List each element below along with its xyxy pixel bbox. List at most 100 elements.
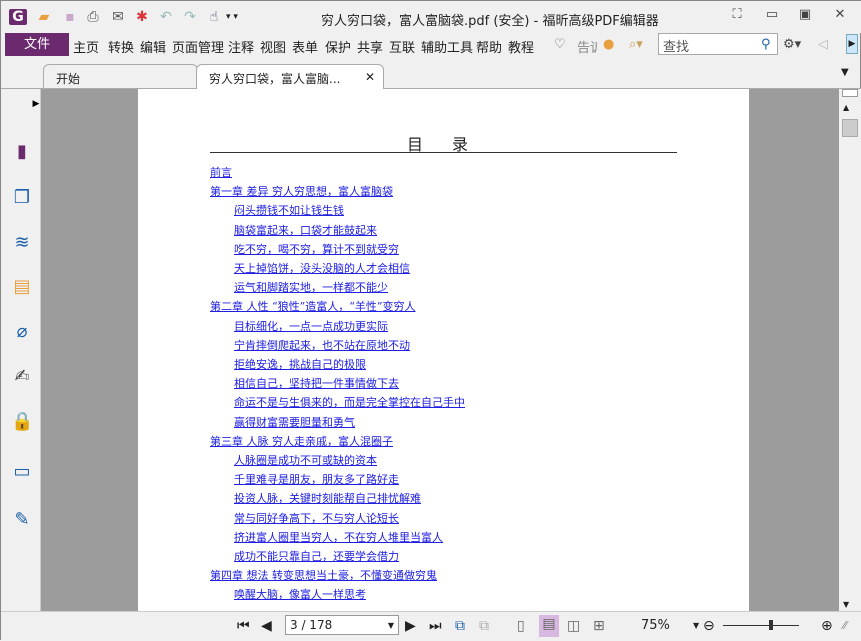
heart-icon[interactable]: ●	[603, 37, 614, 52]
next-page-icon[interactable]: ▶	[405, 617, 416, 635]
tab-start[interactable]: 开始	[43, 64, 198, 90]
toc-link[interactable]: 第二章 人性 “狼性”造富人，“羊性”变穷人	[210, 298, 416, 314]
last-page-icon[interactable]: ⏭	[429, 617, 442, 635]
document-viewer[interactable]: 目 录 前言 第一章 差异 穷人穷思想，富人富脑袋 闷头攒钱不如让钱生钱 脑袋富起来，…	[41, 89, 839, 611]
zoom-slider-thumb[interactable]	[768, 620, 773, 630]
fullscreen-icon[interactable]: ⛶	[726, 7, 748, 25]
settings-gear-icon[interactable]: ⚙▾	[783, 37, 801, 52]
page-dropdown-icon[interactable]: ▼	[388, 621, 394, 630]
menu-home[interactable]: 主页	[73, 37, 99, 56]
vertical-scrollbar[interactable]: ▲ ▼	[839, 89, 861, 611]
previous-view-icon[interactable]: ⧉	[455, 617, 465, 635]
menu-share[interactable]: 共享	[357, 37, 383, 56]
toc-link[interactable]: 相信自己，坚持把一件事情做下去	[234, 375, 399, 391]
menu-page-manage[interactable]: 页面管理	[172, 37, 224, 56]
menu-convert[interactable]: 转换	[108, 37, 134, 56]
menu-comment[interactable]: 注释	[228, 37, 254, 56]
comments-icon[interactable]: ▤	[11, 276, 33, 298]
toc-link[interactable]: 第四章 想法 转变思想当土豪，不懂变通做穷鬼	[210, 567, 437, 583]
zoom-out-icon[interactable]: ⊖	[703, 617, 715, 635]
pdf-page: 目 录 前言 第一章 差异 穷人穷思想，富人富脑袋 闷头攒钱不如让钱生钱 脑袋富起来，…	[138, 89, 749, 611]
single-page-icon[interactable]: ▯	[517, 617, 525, 635]
zoom-level[interactable]: 75%	[641, 617, 670, 635]
scroll-right-button[interactable]: ▶	[846, 34, 858, 54]
continuous-page-icon[interactable]: ▤	[539, 615, 559, 637]
toc-link[interactable]: 第一章 差异 穷人穷思想，富人富脑袋	[210, 183, 393, 199]
menu-view[interactable]: 视图	[260, 37, 286, 56]
form-fields-icon[interactable]: ▭	[11, 461, 33, 483]
scroll-down-icon[interactable]: ▼	[843, 600, 849, 609]
new-document-icon[interactable]: ✱	[133, 9, 151, 25]
search-icon[interactable]: ⚲	[761, 37, 771, 52]
menu-tutorial[interactable]: 教程	[508, 37, 534, 56]
customize-dropdown-icon[interactable]: ▾ ▾	[223, 9, 241, 25]
toc-link[interactable]: 挤进富人圈里当穷人，不在穷人堆里当富人	[234, 529, 443, 545]
toc-link[interactable]: 闷头攒钱不如让钱生钱	[234, 202, 344, 218]
search-input[interactable]: 查找	[658, 33, 778, 55]
scroll-thumb[interactable]	[842, 119, 858, 137]
redo-icon[interactable]: ↷	[181, 9, 199, 25]
zoom-in-icon[interactable]: ⊕	[821, 617, 833, 635]
toc-link[interactable]: 吃不穷，喝不穷，算计不到就受穷	[234, 241, 399, 257]
resize-grip-icon[interactable]: ⁄⁄	[843, 617, 847, 635]
maximize-button[interactable]: ▣	[794, 7, 816, 25]
certify-pen-icon[interactable]: ✎	[11, 509, 33, 531]
toc-link[interactable]: 赢得财富需要胆量和勇气	[234, 414, 355, 430]
toc-link[interactable]: 命运不是与生俱来的，而是完全掌控在自己手中	[234, 394, 465, 410]
scroll-up-button[interactable]	[842, 89, 858, 97]
previous-page-icon[interactable]: ◀	[261, 617, 272, 635]
bookmark-icon[interactable]: ▮	[11, 141, 33, 163]
tell-me-input[interactable]: 告诉	[577, 37, 597, 56]
save-icon[interactable]: ▪	[61, 9, 79, 25]
open-folder-icon[interactable]: ▰	[35, 9, 53, 25]
toc-link[interactable]: 千里难寻是朋友，朋友多了路好走	[234, 471, 399, 487]
signature-icon[interactable]: ✍	[11, 366, 33, 388]
facing-page-icon[interactable]: ◫	[567, 617, 580, 635]
continuous-facing-icon[interactable]: ⊞	[593, 617, 605, 635]
page-number-input[interactable]: 3 / 178 ▼	[285, 615, 399, 635]
email-icon[interactable]: ✉	[109, 9, 127, 25]
page-number: 3 / 178	[290, 618, 333, 632]
toc-link[interactable]: 第三章 人脉 穷人走亲戚，富人混圈子	[210, 433, 393, 449]
file-menu[interactable]: 文件	[5, 33, 69, 56]
zoom-slider[interactable]	[723, 625, 799, 626]
next-view-icon[interactable]: ⧉	[479, 617, 489, 635]
minimize-button[interactable]: ▭	[761, 7, 783, 25]
first-page-icon[interactable]: ⏮	[237, 617, 250, 635]
toc-link[interactable]: 唤醒大脑，像富人一样思考	[234, 586, 366, 602]
layers-icon[interactable]: ≋	[11, 232, 33, 254]
toc-link[interactable]: 拒绝安逸，挑战自己的极限	[234, 356, 366, 372]
toc-link[interactable]: 投资人脉，关键时刻能帮自己排忧解难	[234, 490, 421, 506]
toc-link[interactable]: 人脉圈是成功不可或缺的资本	[234, 452, 377, 468]
menu-edit[interactable]: 编辑	[140, 37, 166, 56]
zoom-dropdown-icon[interactable]: ▼	[693, 617, 699, 635]
menu-accessibility[interactable]: 辅助工具	[421, 37, 473, 56]
print-icon[interactable]: ⎙	[84, 9, 102, 25]
tab-label: 穷人穷口袋，富人富脑...	[209, 72, 341, 86]
close-button[interactable]: ✕	[829, 7, 851, 25]
menu-help[interactable]: 帮助	[476, 37, 502, 56]
hand-tool-icon[interactable]: ☝	[205, 9, 223, 25]
toc-link[interactable]: 前言	[210, 164, 232, 180]
undo-icon[interactable]: ↶	[157, 9, 175, 25]
tab-document[interactable]: 穷人穷口袋，富人富脑... ✕	[196, 64, 384, 90]
toc-link[interactable]: 运气和脚踏实地，一样都不能少	[234, 279, 388, 295]
toc-link[interactable]: 目标细化，一点一点成功更实际	[234, 318, 388, 334]
pages-thumbnail-icon[interactable]: ❐	[11, 187, 33, 209]
menu-form[interactable]: 表单	[292, 37, 318, 56]
attachment-icon[interactable]: ⌀	[11, 321, 33, 343]
menu-protect[interactable]: 保护	[325, 37, 351, 56]
toc-link[interactable]: 常与同好争高下，不与穷人论短长	[234, 510, 399, 526]
security-lock-icon[interactable]: 🔒	[11, 411, 33, 433]
navigation-panel: ▶ ▮ ❐ ≋ ▤ ⌀ ✍ 🔒 ▭ ✎	[1, 89, 41, 611]
folder-search-icon[interactable]: ⌕▾	[629, 37, 643, 52]
toc-link[interactable]: 天上掉馅饼，没头没脑的人才会相信	[234, 260, 410, 276]
menu-connect[interactable]: 互联	[389, 37, 415, 56]
ribbon-collapse-icon[interactable]: ▼	[841, 67, 849, 78]
toc-link[interactable]: 脑袋富起来，口袋才能鼓起来	[234, 222, 377, 238]
close-tab-icon[interactable]: ✕	[365, 70, 375, 84]
toc-link[interactable]: 成功不能只靠自己，还要学会借力	[234, 548, 399, 564]
toc-link[interactable]: 宁肯摔倒爬起来，也不站在原地不动	[234, 337, 410, 353]
scroll-left-icon[interactable]: ◁	[818, 37, 828, 52]
scroll-up-icon[interactable]: ▲	[843, 103, 849, 112]
